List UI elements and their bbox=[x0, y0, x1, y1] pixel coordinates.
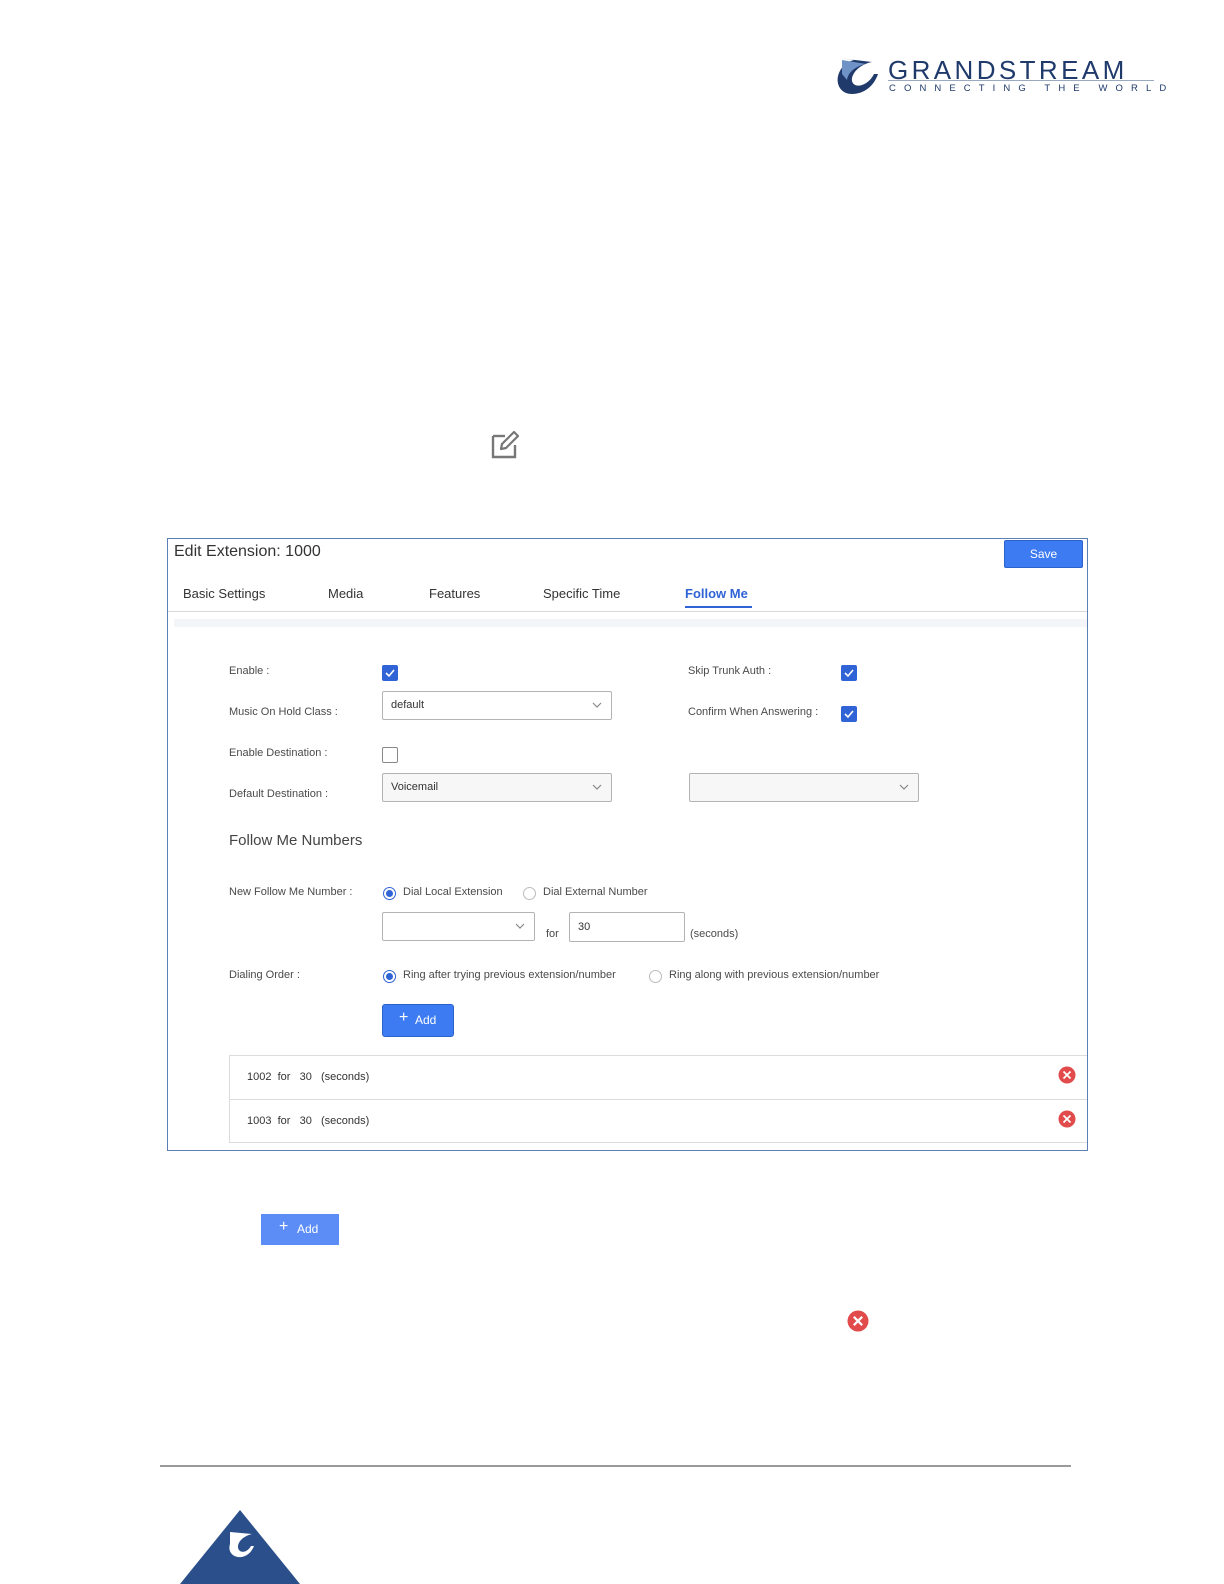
for-label: for bbox=[546, 928, 559, 940]
enable-label: Enable : bbox=[229, 665, 270, 677]
seconds-unit-label: (seconds) bbox=[690, 928, 739, 940]
new-follow-me-number-label: New Follow Me Number : bbox=[229, 886, 353, 898]
tab-follow-me[interactable]: Follow Me bbox=[685, 586, 748, 601]
brand-name: GRANDSTREAM bbox=[888, 55, 1128, 85]
music-on-hold-select[interactable]: default bbox=[382, 691, 612, 720]
default-destination-value: Voicemail bbox=[391, 781, 439, 793]
ring-along-previous-radio[interactable] bbox=[649, 970, 662, 983]
check-icon bbox=[844, 669, 854, 678]
ring-seconds-value: 30 bbox=[578, 921, 591, 933]
delete-circle-icon[interactable] bbox=[1058, 1110, 1076, 1128]
music-on-hold-label: Music On Hold Class : bbox=[229, 706, 338, 718]
skip-trunk-auth-label: Skip Trunk Auth : bbox=[688, 665, 772, 677]
plus-icon: + bbox=[399, 1009, 409, 1026]
default-destination-select[interactable]: Voicemail bbox=[382, 773, 612, 802]
grandstream-logo-icon bbox=[837, 58, 878, 94]
follow-me-form: Enable : Skip Trunk Auth : Music On Hold… bbox=[174, 619, 1087, 1150]
music-on-hold-value: default bbox=[391, 699, 425, 711]
add-button-label: Add bbox=[415, 1013, 437, 1027]
ring-along-previous-label: Ring along with previous extension/numbe… bbox=[669, 969, 880, 981]
tab-features[interactable]: Features bbox=[429, 586, 480, 601]
dial-local-extension-label: Dial Local Extension bbox=[403, 886, 503, 898]
brand-divider bbox=[888, 80, 1154, 81]
follow-me-list: 1002 for 30 (seconds) 1003 for 30 (secon… bbox=[229, 1055, 1087, 1143]
delete-circle-icon bbox=[847, 1310, 869, 1332]
follow-me-entry-text: 1002 for 30 (seconds) bbox=[247, 1071, 370, 1083]
edit-icon bbox=[491, 430, 520, 459]
footer-logo-icon bbox=[180, 1510, 300, 1584]
enable-destination-checkbox[interactable] bbox=[382, 747, 398, 763]
default-destination-label: Default Destination : bbox=[229, 788, 329, 800]
plus-icon: + bbox=[279, 1218, 289, 1235]
tab-basic-settings[interactable]: Basic Settings bbox=[183, 586, 265, 601]
confirm-when-answering-label: Confirm When Answering : bbox=[688, 706, 819, 718]
ring-after-previous-radio[interactable] bbox=[383, 970, 396, 983]
tab-bar: Basic Settings Media Features Specific T… bbox=[168, 579, 1087, 612]
add-button-reference-label: Add bbox=[297, 1222, 319, 1236]
chevron-down-icon bbox=[899, 784, 909, 790]
dial-external-number-label: Dial External Number bbox=[543, 886, 648, 898]
dialog-title: Edit Extension: 1000 bbox=[174, 543, 321, 560]
follow-me-entry-text: 1003 for 30 (seconds) bbox=[247, 1115, 370, 1127]
add-follow-me-button[interactable]: + Add bbox=[382, 1004, 454, 1037]
enable-destination-label: Enable Destination : bbox=[229, 747, 328, 759]
footer-divider bbox=[160, 1465, 1071, 1467]
save-button[interactable]: Save bbox=[1004, 540, 1083, 568]
follow-me-numbers-title: Follow Me Numbers bbox=[229, 832, 363, 849]
confirm-when-answering-checkbox[interactable] bbox=[841, 706, 857, 722]
check-icon bbox=[385, 669, 395, 678]
list-item: 1002 for 30 (seconds) bbox=[230, 1056, 1087, 1099]
chevron-down-icon bbox=[592, 702, 602, 708]
ring-seconds-input[interactable]: 30 bbox=[569, 912, 685, 942]
dial-local-extension-radio[interactable] bbox=[383, 887, 396, 900]
brand-tagline: CONNECTING THE WORLD bbox=[889, 83, 1175, 94]
default-destination-target-select[interactable] bbox=[689, 773, 919, 802]
ring-after-previous-label: Ring after trying previous extension/num… bbox=[403, 969, 616, 981]
tab-media[interactable]: Media bbox=[328, 586, 363, 601]
follow-me-extension-select[interactable] bbox=[382, 912, 535, 941]
edit-extension-dialog: Edit Extension: 1000 Save Basic Settings… bbox=[167, 538, 1088, 1151]
enable-checkbox[interactable] bbox=[382, 665, 398, 681]
delete-circle-icon[interactable] bbox=[1058, 1066, 1076, 1084]
dialing-order-label: Dialing Order : bbox=[229, 969, 300, 981]
tab-specific-time[interactable]: Specific Time bbox=[543, 586, 620, 601]
list-item: 1003 for 30 (seconds) bbox=[230, 1099, 1087, 1143]
add-button-reference[interactable]: + Add bbox=[261, 1214, 339, 1245]
chevron-down-icon bbox=[515, 923, 525, 929]
dial-external-number-radio[interactable] bbox=[523, 887, 536, 900]
active-tab-indicator bbox=[685, 606, 752, 608]
check-icon bbox=[844, 710, 854, 719]
skip-trunk-auth-checkbox[interactable] bbox=[841, 665, 857, 681]
chevron-down-icon bbox=[592, 784, 602, 790]
